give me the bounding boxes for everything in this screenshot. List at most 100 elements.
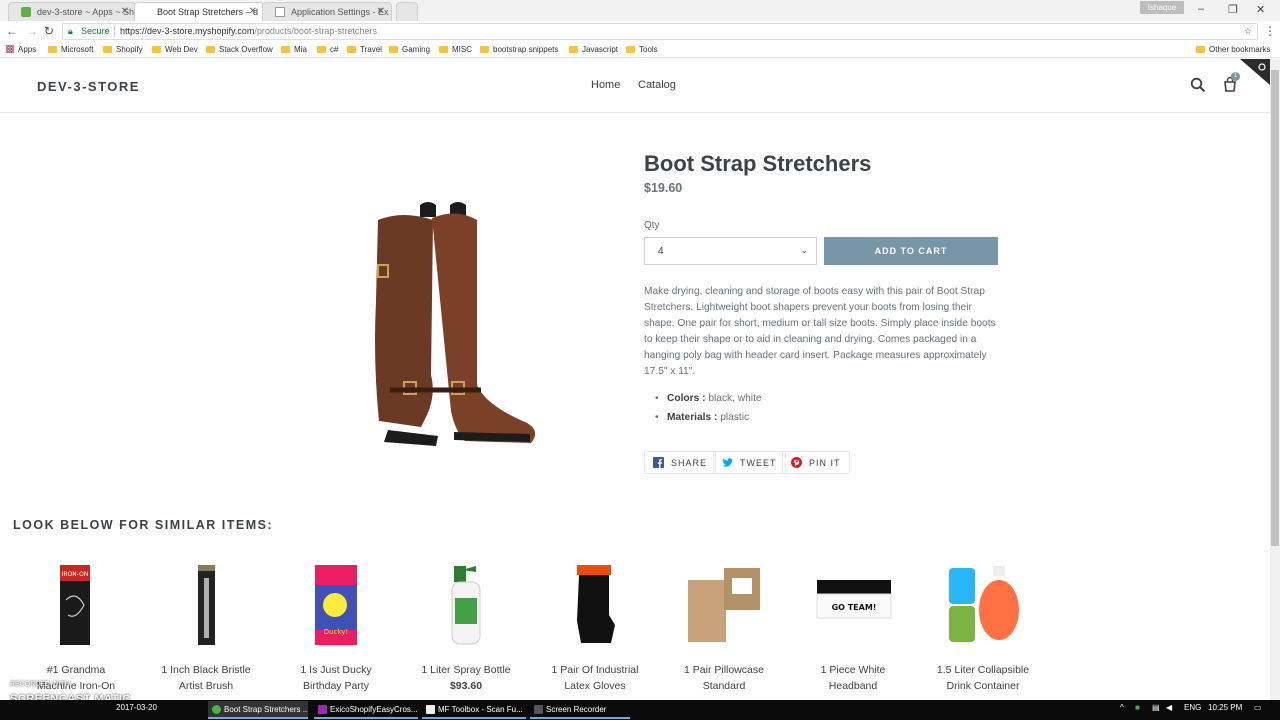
restore-icon[interactable]: ❐ [1228, 3, 1238, 16]
nav-home[interactable]: Home [591, 79, 620, 91]
item-name-line1: 1 Liter Spray Bottle [421, 664, 511, 676]
page-favicon-icon [275, 7, 285, 17]
similar-item-name: 1 Piece White Headband [789, 662, 917, 694]
tab-boot-strap-stretchers[interactable]: Boot Strap Stretchers – d ✕ [134, 2, 264, 21]
pinterest-icon [791, 457, 802, 468]
recorder-icon [534, 705, 543, 714]
close-window-icon[interactable]: ✕ [1256, 3, 1265, 16]
browser-menu-icon[interactable]: ⋮ [1264, 24, 1276, 38]
item-name-line1: 1.5 Liter Collapsible [936, 664, 1030, 676]
similar-item-image [688, 568, 760, 642]
settings-corner-icon[interactable] [1240, 59, 1270, 85]
share-facebook-button[interactable]: SHARE [644, 451, 717, 474]
folder-icon [569, 46, 578, 53]
bookmark-label: Web Dev [165, 45, 198, 54]
taskbar-screen-recorder[interactable]: Screen Recorder [530, 701, 630, 719]
taskbar-clock[interactable]: 10:25 PM [1208, 703, 1242, 712]
close-icon[interactable]: ✕ [377, 6, 385, 17]
bookmark-mia[interactable]: Mia [281, 45, 307, 54]
folder-icon [389, 46, 398, 53]
bookmark-apps[interactable]: Apps [6, 45, 36, 54]
tray-app-icon[interactable]: ■ [1135, 703, 1140, 712]
notifications-icon[interactable]: ▭ [1254, 703, 1262, 712]
bookmark-label: bootstrap snippets [493, 45, 559, 54]
user-profile-badge[interactable]: Ishaque [1140, 1, 1184, 14]
url-text[interactable]: https://dev-3-store.myshopify.com/produc… [120, 24, 377, 39]
similar-item-card[interactable]: 1 Inch Black Bristle Artist Brush [142, 560, 270, 694]
bookmark-bootstrap-snippets[interactable]: bootstrap snippets [480, 45, 558, 54]
bookmark-label: Apps [18, 45, 37, 54]
nav-catalog[interactable]: Catalog [638, 79, 676, 91]
volume-icon[interactable]: ◀︎ [1166, 703, 1172, 712]
item-name-line2: Headband [828, 680, 878, 692]
similar-items-heading: LOOK BELOW FOR SIMILAR ITEMS: [13, 518, 274, 532]
taskbar-visual-studio[interactable]: ExicoShopifyEasyCros... [314, 701, 418, 719]
item-name-line1: 1 Pair Of Industrial [551, 664, 639, 676]
bookmark-other[interactable]: Other bookmarks [1196, 45, 1270, 54]
bookmark-travel[interactable]: Travel [347, 45, 382, 54]
similar-item-name: 1 Inch Black Bristle Artist Brush [142, 662, 270, 694]
bookmark-microsoft[interactable]: Microsoft [48, 45, 93, 54]
bookmark-label: Travel [360, 45, 382, 54]
similar-item-card[interactable]: IRON-ON #1 Grandma Machine Iron-On [12, 560, 140, 694]
toolbox-icon [426, 705, 435, 714]
bookmark-javascript[interactable]: Javascript [569, 45, 618, 54]
store-logo[interactable]: DEV-3-STORE [37, 79, 140, 94]
forward-arrow-icon[interactable]: → [26, 24, 38, 38]
folder-icon [152, 46, 161, 53]
similar-item-image: GO TEAM! [816, 580, 892, 619]
item-name-line2: Latex Gloves [564, 680, 626, 692]
address-bar[interactable]: 🔒︎ Secure https://dev-3-store.myshopify.… [62, 23, 1258, 40]
similar-item-card[interactable]: GO TEAM! 1 Piece White Headband [789, 560, 917, 694]
taskbar-chrome[interactable]: Boot Strap Stretchers ... [208, 701, 308, 719]
bookmark-gaming[interactable]: Gaming [389, 45, 430, 54]
network-icon[interactable]: ▤ [1152, 703, 1160, 712]
quantity-select[interactable]: 4 ⌄ [644, 237, 817, 265]
share-twitter-button[interactable]: TWEET [713, 451, 786, 474]
bookmark-label: Gaming [402, 45, 431, 54]
search-icon[interactable] [1190, 77, 1206, 93]
share-pinterest-button[interactable]: PIN IT [782, 451, 850, 474]
bookmark-shopify[interactable]: Shopify [103, 45, 143, 54]
taskbar-mf-toolbox[interactable]: MF Toolbox - Scan Fu... [422, 701, 526, 719]
similar-item-card[interactable]: 1 Liter Spray Bottle $93.60 [402, 560, 530, 694]
similar-item-price: $93.60 [449, 680, 483, 692]
similar-item-card[interactable]: 1 Pair Pillowcase Standard [660, 560, 788, 694]
minimize-icon[interactable]: – [1198, 3, 1204, 15]
close-icon[interactable]: ✕ [249, 6, 257, 17]
tab-application-settings[interactable]: Application Settings - Ex ✕ [262, 2, 392, 21]
back-arrow-icon[interactable]: ← [6, 24, 18, 38]
bookmark-tools[interactable]: Tools [626, 45, 658, 54]
tab-label: dev-3-store ~ Apps ~ Sh [37, 7, 135, 17]
tab-apps[interactable]: dev-3-store ~ Apps ~ Sh ✕ [8, 2, 136, 21]
reload-icon[interactable]: ↻ [44, 24, 54, 38]
add-to-cart-button[interactable]: ADD TO CART [824, 237, 998, 265]
language-indicator[interactable]: ENG [1184, 703, 1201, 712]
folder-icon [206, 46, 215, 53]
new-tab-button[interactable] [396, 2, 418, 21]
browser-tab-bar: dev-3-store ~ Apps ~ Sh ✕ Boot Strap Str… [0, 0, 1280, 21]
bookmark-misc[interactable]: MISC [439, 45, 472, 54]
similar-item-card[interactable]: 1 Pair Of Industrial Latex Gloves [531, 560, 659, 694]
similar-item-name: 1 Is Just Ducky Birthday Party [272, 662, 400, 694]
close-icon[interactable]: ✕ [121, 6, 129, 17]
attribute-colors: Colors : black, white [655, 393, 762, 412]
similar-item-card[interactable]: 1.5 Liter Collapsible Drink Container [919, 560, 1047, 694]
product-title: Boot Strap Stretchers [644, 151, 872, 176]
scrollbar-thumb[interactable] [1271, 70, 1279, 546]
facebook-icon [653, 457, 664, 468]
attribute-value: plastic [720, 412, 750, 423]
lock-icon: 🔒︎ [68, 26, 73, 36]
chrome-icon [212, 705, 221, 714]
bookmark-stack-overflow[interactable]: Stack Overflow [206, 45, 273, 54]
windows-taskbar: 2017-03-20 Boot Strap Stretchers ... Exi… [0, 700, 1280, 720]
bookmark-csharp[interactable]: c# [317, 45, 338, 54]
tab-label: Application Settings - Ex [291, 7, 389, 17]
bookmark-web-dev[interactable]: Web Dev [152, 45, 198, 54]
bookmark-star-icon[interactable]: ☆ [1244, 24, 1252, 39]
bookmarks-bar: Apps Microsoft Shopify Web Dev Stack Ove… [0, 42, 1280, 58]
tray-chevron-icon[interactable]: ^ [1120, 703, 1124, 712]
svg-text:Ducky!: Ducky! [324, 628, 348, 636]
similar-item-card[interactable]: Ducky! 1 Is Just Ducky Birthday Party [272, 560, 400, 694]
shopify-favicon-icon [21, 7, 31, 17]
